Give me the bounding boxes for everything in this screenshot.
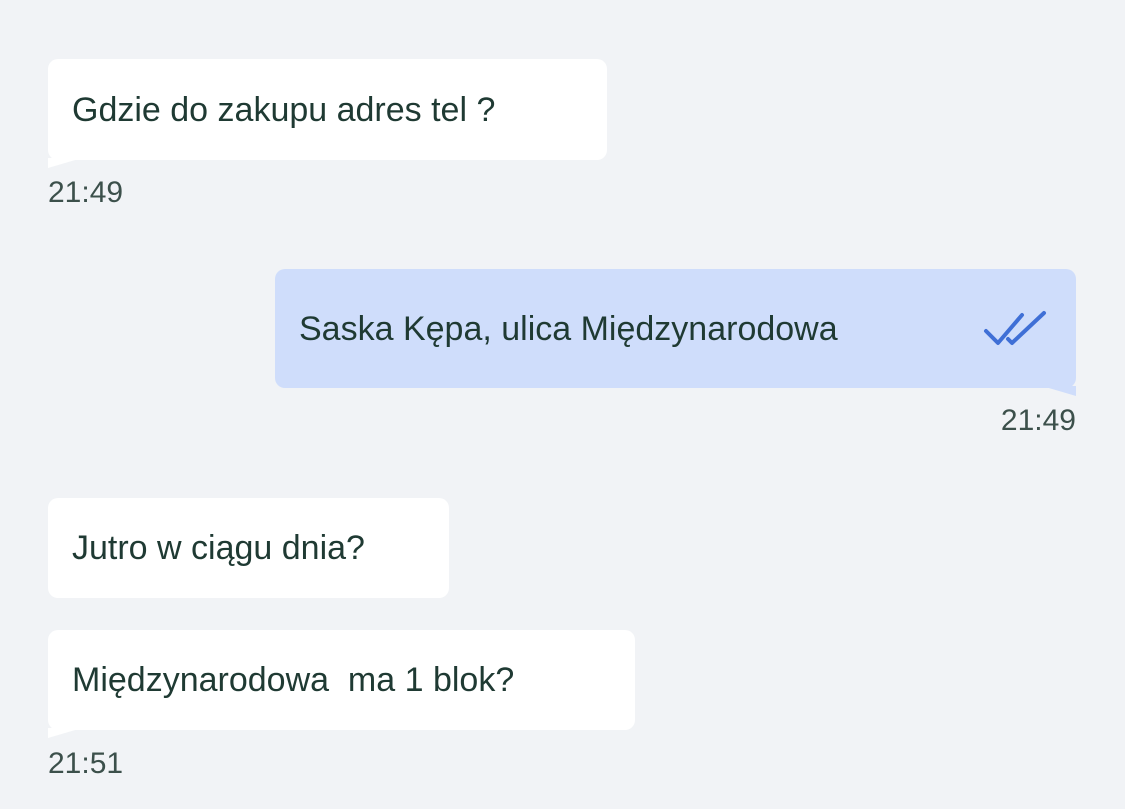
message-bubble-incoming[interactable]: Gdzie do zakupu adres tel ? [48, 59, 607, 168]
message-text: Gdzie do zakupu adres tel ? [72, 90, 496, 129]
double-check-icon [984, 310, 1046, 345]
message-text: Jutro w ciągu dnia? [72, 529, 365, 567]
message-bubble-incoming[interactable]: Jutro w ciągu dnia? [48, 498, 449, 598]
message-timestamp: 21:49 [48, 176, 124, 209]
message-text: Saska Kępa, ulica Międzynarodowa [299, 309, 838, 348]
message-bubble-outgoing[interactable]: Saska Kępa, ulica Międzynarodowa [275, 269, 1076, 396]
message-timestamp: 21:51 [48, 747, 124, 780]
message-timestamp: 21:49 [1000, 404, 1076, 437]
message-text: Międzynarodowa ma 1 blok? [72, 661, 515, 699]
message-bubble-incoming[interactable]: Międzynarodowa ma 1 blok? [48, 630, 635, 738]
